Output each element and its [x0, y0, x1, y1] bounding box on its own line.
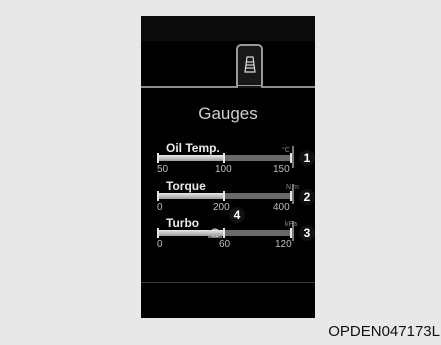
turbo-tick-max: 120	[275, 239, 292, 250]
gauges-tab-icon	[244, 56, 256, 73]
display-bottom-line	[141, 282, 315, 283]
gauges-tab[interactable]	[236, 44, 263, 87]
turbo-bar	[157, 228, 292, 238]
cluster-display: Gauges Oil Temp. °C 50 100 150 Torque N.…	[141, 16, 315, 318]
torque-bracket	[292, 184, 294, 204]
turbo-bracket	[292, 221, 294, 241]
callout-4: 4	[229, 207, 245, 223]
oil-temp-bar-start	[157, 153, 159, 163]
turbo-tick-mid: 60	[219, 239, 231, 250]
oil-temp-tick-min: 50	[157, 164, 169, 175]
turbo-bar-start	[157, 228, 159, 238]
torque-label: Torque	[166, 179, 206, 193]
oil-temp-bar-fill	[157, 155, 225, 161]
oil-temp-label: Oil Temp.	[166, 141, 220, 155]
turbo-bar-fill	[157, 230, 225, 236]
torque-tick-mid: 200	[213, 202, 230, 213]
callout-3: 3	[299, 225, 315, 241]
torque-bar	[157, 191, 292, 201]
torque-tick-min: 0	[157, 202, 163, 213]
oil-temp-bracket	[292, 146, 294, 168]
callout-2: 2	[299, 189, 315, 205]
oil-temp-bar	[157, 153, 292, 163]
oil-temp-bar-mark	[223, 153, 225, 163]
callout-1: 1	[299, 150, 315, 166]
page-title: Gauges	[198, 104, 258, 123]
oil-temp-tick-max: 150	[273, 164, 290, 175]
oil-temp-unit: °C	[282, 147, 290, 154]
tab-line-gap	[238, 86, 261, 88]
torque-tick-max: 400	[273, 202, 290, 213]
torque-bar-fill	[157, 193, 225, 199]
figure-code: OPDEN047173L	[328, 323, 440, 340]
torque-bar-mark	[223, 191, 225, 201]
turbo-tick-min: 0	[157, 239, 163, 250]
torque-bar-start	[157, 191, 159, 201]
display-top-strip	[141, 16, 315, 41]
turbo-label: Turbo	[166, 216, 200, 230]
oil-temp-tick-mid: 100	[215, 164, 232, 175]
tab-underline	[141, 86, 315, 88]
turbo-bar-mark	[223, 228, 225, 238]
